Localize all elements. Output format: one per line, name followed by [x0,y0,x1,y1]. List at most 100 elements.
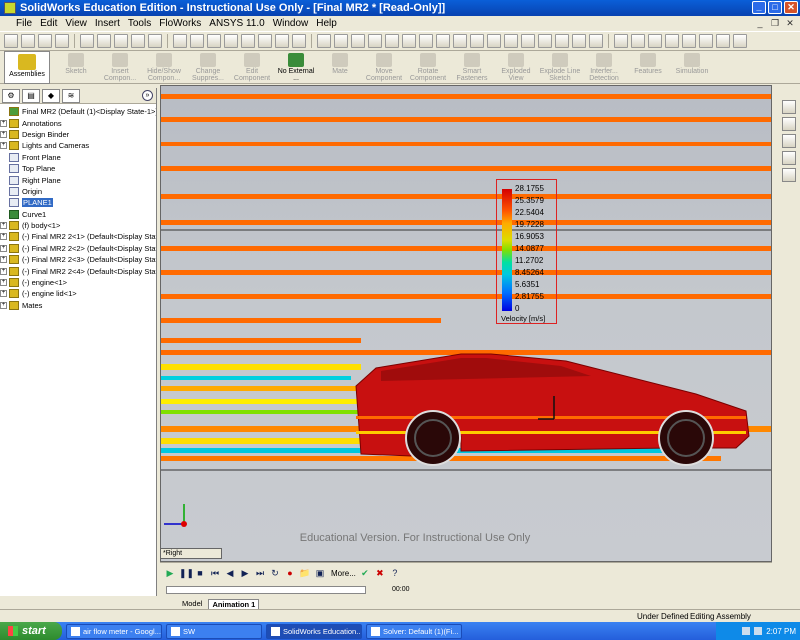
tree-item-front-plane[interactable]: Front Plane [0,152,156,163]
step-forward-icon[interactable]: ▶ [239,567,251,579]
pause-icon[interactable]: ❚❚ [179,567,194,579]
expand-icon[interactable]: + [0,256,7,264]
flow-trajectory-icon[interactable] [555,34,569,48]
save-icon[interactable] [38,34,52,48]
addin-icon[interactable] [716,34,730,48]
change-suppression-button[interactable]: Change Suppres... [186,51,230,84]
insert-components-button[interactable]: Insert Compon... [98,51,142,84]
zoom-area-icon[interactable] [190,34,204,48]
shaded-icon[interactable] [385,34,399,48]
print-icon[interactable] [55,34,69,48]
start-button[interactable]: start [0,622,62,640]
tab-animation-1[interactable]: Animation 1 [208,598,260,609]
menu-view[interactable]: View [61,18,91,29]
surface-plot-icon[interactable] [572,34,586,48]
tree-item-engine-lid[interactable]: + (-) engine lid<1> [0,288,156,299]
section-view-icon[interactable] [351,34,365,48]
rebuild-icon[interactable] [131,34,145,48]
help-question-icon[interactable]: ? [389,567,401,579]
tree-item-design-binder[interactable]: + Design Binder [0,129,156,140]
volume-icon[interactable] [754,627,763,635]
expand-icon[interactable]: + [0,279,7,287]
menu-tools[interactable]: Tools [124,18,155,29]
design-library-icon[interactable] [782,117,796,131]
sketch-tab[interactable]: Sketch [54,51,98,84]
window-cascade-icon[interactable] [631,34,645,48]
interference-detection-button[interactable]: Interfer... Detection [582,51,626,84]
velocity-legend[interactable]: 28.1755 25.3579 22.5404 19.7228 16.9053 … [496,179,557,324]
shadows-icon[interactable] [402,34,416,48]
loop-icon[interactable]: ↻ [269,567,281,579]
tree-item-mates[interactable]: + Mates [0,300,156,311]
rewind-icon[interactable]: ⏮ [209,567,221,579]
view-palette-icon[interactable] [782,168,796,182]
expand-icon[interactable]: + [0,119,7,127]
search-icon[interactable] [782,151,796,165]
tree-item-engine[interactable]: + (-) engine<1> [0,277,156,288]
taskbar-item-sw-folder[interactable]: SW [166,623,262,639]
options-icon[interactable] [148,34,162,48]
tree-item-body[interactable]: + (f) body<1> [0,220,156,231]
tree-item-annotations[interactable]: + Annotations [0,117,156,128]
doc-close-icon[interactable]: ✕ [784,17,796,29]
record-icon[interactable]: ● [284,567,296,579]
zoom-fit-icon[interactable] [173,34,187,48]
rotate-icon[interactable] [241,34,255,48]
graphics-viewport[interactable]: 28.1755 25.3579 22.5404 19.7228 16.9053 … [160,85,772,562]
tree-item-final-mr2-2[interactable]: + (-) Final MR2 2<2> (Default<Display St… [0,243,156,254]
new-document-icon[interactable] [4,34,18,48]
perspective-icon[interactable] [419,34,433,48]
zoom-in-out-icon[interactable] [207,34,221,48]
exploded-view-button[interactable]: Exploded View [494,51,538,84]
grid-icon[interactable] [521,34,535,48]
feature-tree-tab[interactable]: ⚙ [2,88,20,103]
open-folder-icon[interactable]: 📁 [299,567,311,579]
menu-insert[interactable]: Insert [91,18,124,29]
menu-help[interactable]: Help [312,18,341,29]
resources-icon[interactable] [782,100,796,114]
save-animation-icon[interactable]: ▣ [314,567,326,579]
view-orientation-icon[interactable] [317,34,331,48]
tree-item-final-mr2-1[interactable]: + (-) Final MR2 2<1> (Default<Display St… [0,231,156,242]
menu-ansys[interactable]: ANSYS 11.0 [205,18,268,29]
expand-icon[interactable]: + [0,301,7,309]
menu-edit[interactable]: Edit [36,18,61,29]
expand-icon[interactable]: + [0,222,7,230]
tree-item-root[interactable]: Final MR2 (Default (1)<Display State-1>) [0,106,156,117]
help-icon[interactable] [275,34,289,48]
accept-icon[interactable]: ✔ [359,567,371,579]
minimize-icon[interactable]: _ [752,1,766,14]
tree-item-right-plane[interactable]: Right Plane [0,174,156,185]
expand-icon[interactable]: + [0,244,7,252]
pan-icon[interactable] [258,34,272,48]
expand-icon[interactable]: + [0,233,7,241]
play-icon[interactable]: ▶ [164,567,176,579]
menu-floworks[interactable]: FloWorks [155,18,205,29]
window-tile-icon[interactable] [614,34,628,48]
toolbox-icon[interactable] [733,34,747,48]
explode-line-sketch-button[interactable]: Explode Line Sketch [538,51,582,84]
menu-file[interactable]: File [4,18,36,29]
expand-icon[interactable]: + [0,130,7,138]
doc-restore-icon[interactable]: ❐ [769,17,781,29]
property-manager-tab[interactable]: ▤ [22,88,40,103]
select-icon[interactable] [114,34,128,48]
edit-component-button[interactable]: Edit Component [230,51,274,84]
features-button[interactable]: Features [626,51,670,84]
tree-item-final-mr2-3[interactable]: + (-) Final MR2 2<3> (Default<Display St… [0,254,156,265]
smart-fasteners-button[interactable]: Smart Fasteners [450,51,494,84]
sphere-icon[interactable] [470,34,484,48]
hide-show-components-button[interactable]: Hide/Show Compon... [142,51,186,84]
tree-item-final-mr2-4[interactable]: + (-) Final MR2 2<4> (Default<Display St… [0,265,156,276]
new-window-icon[interactable] [648,34,662,48]
taskbar-item-solver[interactable]: Solver: Default (1)(Fi... [366,623,462,639]
calculator-icon[interactable] [699,34,713,48]
step-back-icon[interactable]: ◀ [224,567,236,579]
results-icon[interactable] [589,34,603,48]
cancel-icon[interactable]: ✖ [374,567,386,579]
cut-plot-icon[interactable] [538,34,552,48]
configuration-manager-tab[interactable]: ◆ [42,88,60,103]
animation-timeline[interactable] [166,586,366,594]
more-button[interactable]: More... [331,569,356,578]
taskbar-item-solidworks[interactable]: SolidWorks Education... [266,623,362,639]
